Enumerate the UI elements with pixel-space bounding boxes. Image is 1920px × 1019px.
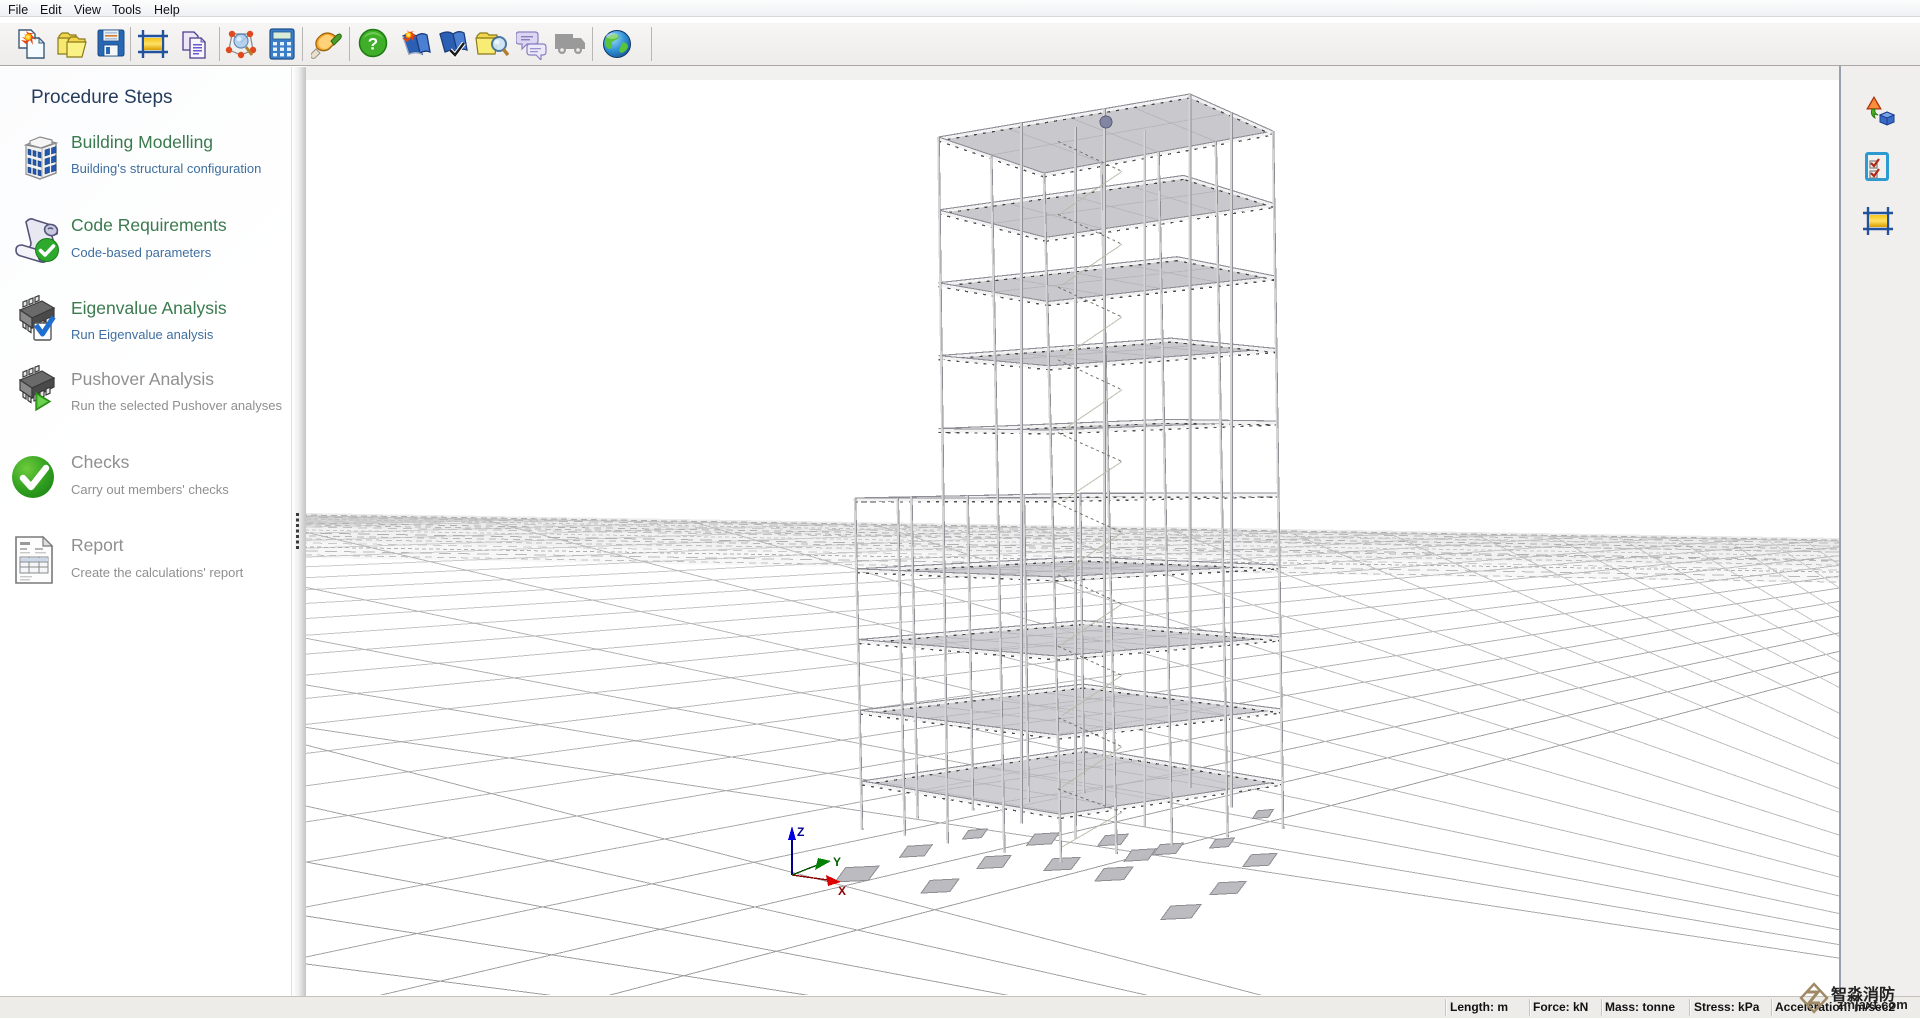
svg-text:Z: Z [797, 825, 804, 839]
svg-text:Y: Y [833, 855, 841, 869]
svg-text:X: X [838, 884, 846, 898]
svg-text:?: ? [368, 35, 378, 54]
